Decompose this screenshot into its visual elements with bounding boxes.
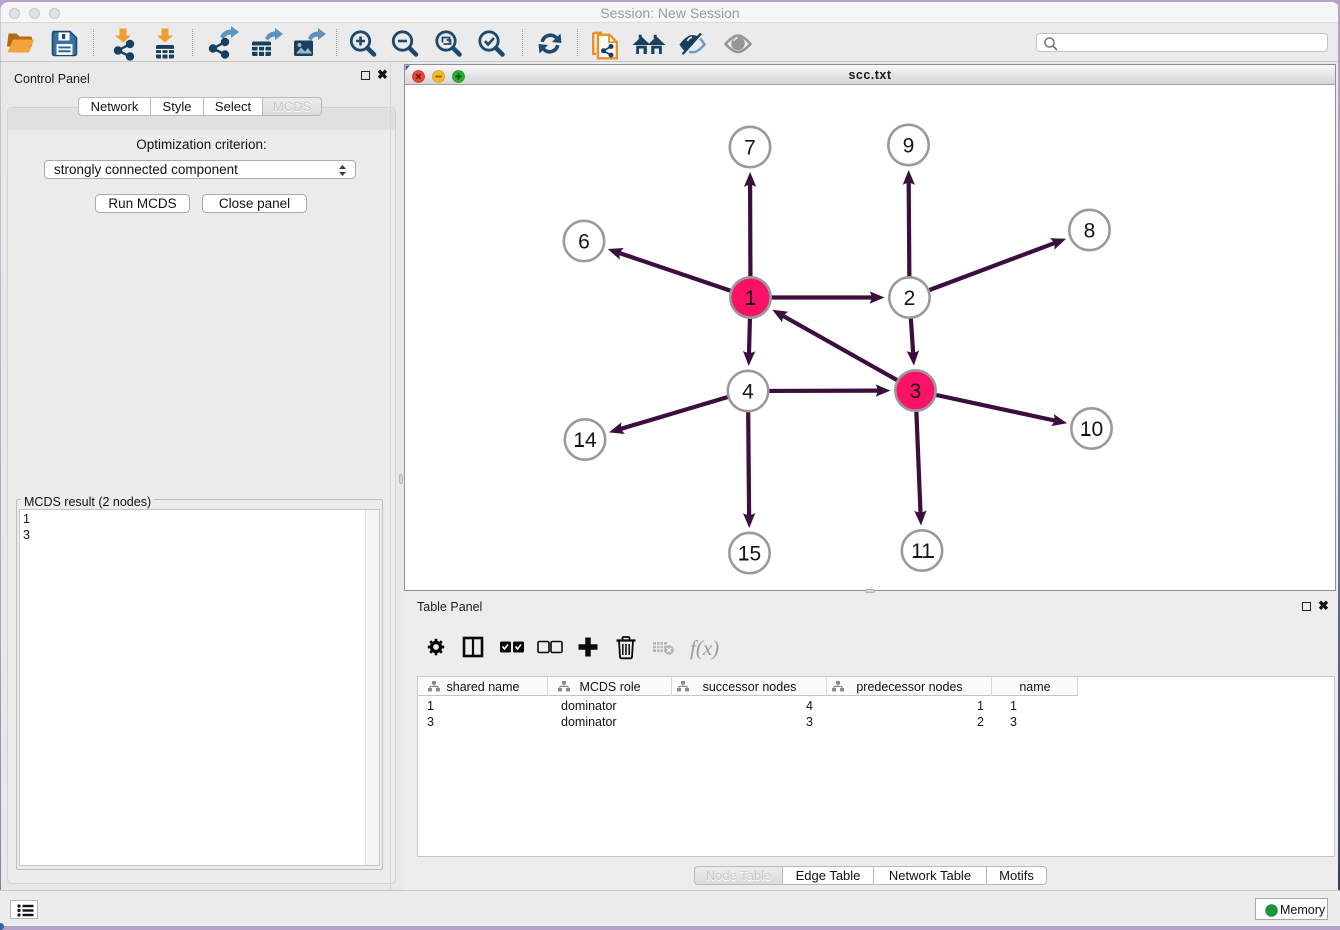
svg-text:8: 8 xyxy=(1084,219,1096,242)
svg-text:15: 15 xyxy=(738,542,761,565)
svg-text:9: 9 xyxy=(903,134,915,157)
svg-text:11: 11 xyxy=(911,540,933,563)
svg-text:6: 6 xyxy=(578,230,590,253)
svg-text:1: 1 xyxy=(745,287,757,310)
svg-text:7: 7 xyxy=(744,136,756,159)
svg-text:3: 3 xyxy=(910,380,922,403)
svg-text:10: 10 xyxy=(1080,418,1103,441)
svg-text:4: 4 xyxy=(742,380,754,403)
svg-text:2: 2 xyxy=(904,287,916,310)
svg-text:f(x): f(x) xyxy=(690,636,719,660)
svg-text:14: 14 xyxy=(573,429,597,452)
